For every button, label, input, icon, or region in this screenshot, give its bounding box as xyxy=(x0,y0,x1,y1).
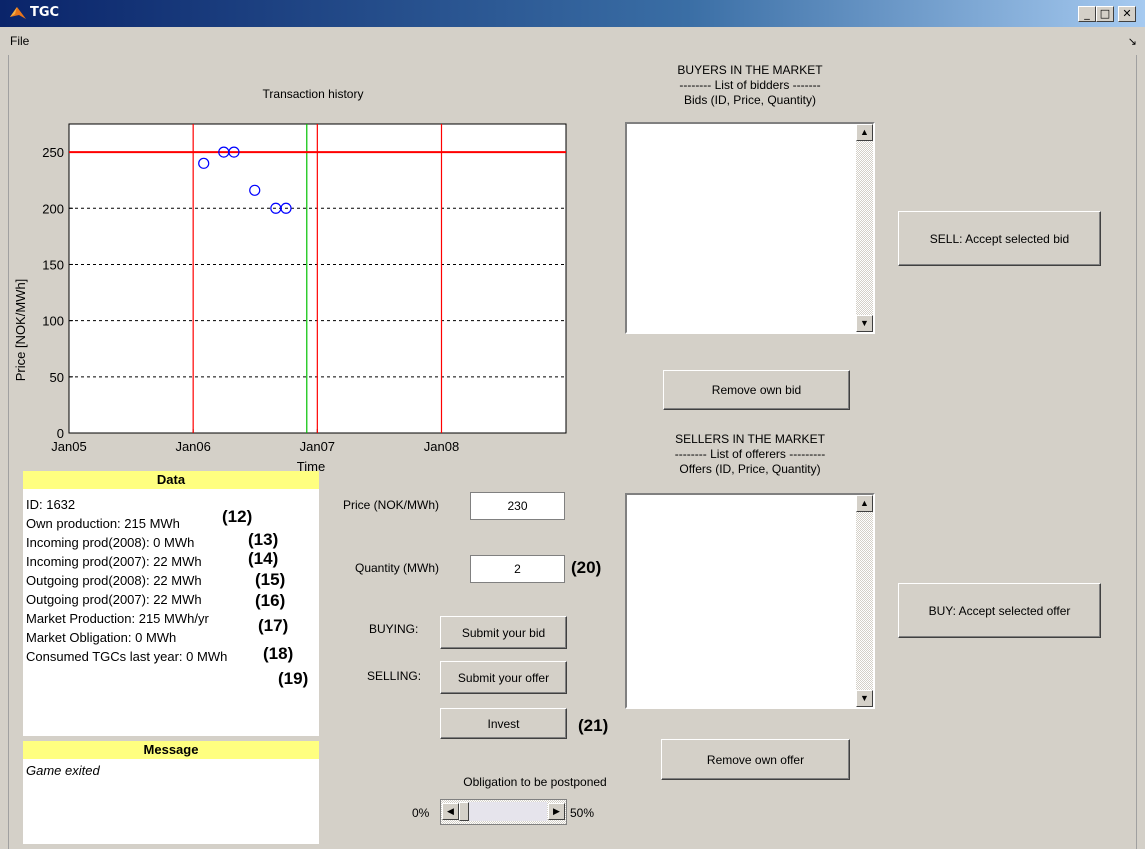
annotation-20: (20) xyxy=(571,558,602,577)
y-tick-label: 150 xyxy=(42,257,64,272)
slider-min-label: 0% xyxy=(412,806,430,820)
data-line: Own production: 215 MWh xyxy=(26,516,180,531)
offers-scrollbar[interactable]: ▲ ▼ xyxy=(856,495,873,707)
quantity-input[interactable]: 2 xyxy=(470,555,565,583)
sellers-subtitle: -------- List of offerers --------- xyxy=(674,447,826,461)
scroll-up-icon[interactable]: ▲ xyxy=(856,124,873,141)
sellers-title: SELLERS IN THE MARKET xyxy=(675,432,825,446)
data-line: Market Production: 215 MWh/yr xyxy=(26,611,209,626)
buyers-subtitle: -------- List of bidders ------- xyxy=(679,78,821,92)
data-heading: Data xyxy=(23,471,319,489)
data-line: Outgoing prod(2007): 22 MWh xyxy=(26,592,202,607)
sell-accept-bid-button[interactable]: SELL: Accept selected bid xyxy=(898,211,1101,266)
scroll-down-icon[interactable]: ▼ xyxy=(856,315,873,332)
slider-max-label: 50% xyxy=(570,806,595,820)
window-title: TGC xyxy=(30,5,60,20)
data-line: ID: 1632 xyxy=(26,497,76,512)
price-input[interactable]: 230 xyxy=(470,492,565,520)
slider-right-icon[interactable]: ▶ xyxy=(548,803,565,820)
submit-offer-button[interactable]: Submit your offer xyxy=(440,661,567,694)
y-tick-label: 100 xyxy=(42,314,64,329)
x-tick-label: Jan07 xyxy=(300,439,335,454)
postpone-slider[interactable]: ◀ ▶ xyxy=(440,799,567,825)
data-line: Incoming prod(2008): 0 MWh xyxy=(26,535,195,550)
x-tick-label: Jan05 xyxy=(51,439,86,454)
matlab-logo-icon xyxy=(10,7,26,19)
y-tick-label: 250 xyxy=(42,145,64,160)
data-line: Incoming prod(2007): 22 MWh xyxy=(26,554,202,569)
annotation-19: (19) xyxy=(278,669,309,688)
close-button[interactable]: ✕ xyxy=(1118,6,1136,22)
offers-listbox[interactable]: ▲ ▼ xyxy=(625,493,875,709)
menu-bar: File ↘ xyxy=(0,27,1145,54)
data-line: Market Obligation: 0 MWh xyxy=(26,630,177,645)
slider-thumb[interactable] xyxy=(459,802,469,821)
price-label: Price (NOK/MWh) xyxy=(343,498,439,512)
data-lines: ID: 1632 Own production: 215 MWh Incomin… xyxy=(26,495,227,666)
title-bar: TGC _ □ ✕ xyxy=(0,0,1145,27)
annotation-17: (17) xyxy=(258,616,289,635)
annotation-12: (12) xyxy=(222,507,253,526)
y-tick-label: 50 xyxy=(50,370,64,385)
remove-own-offer-button[interactable]: Remove own offer xyxy=(661,739,850,780)
postpone-label: Obligation to be postponed xyxy=(463,775,607,789)
bids-scrollbar[interactable]: ▲ ▼ xyxy=(856,124,873,332)
menu-file[interactable]: File xyxy=(10,34,29,48)
chart-title: Transaction history xyxy=(262,87,364,101)
buyers-title: BUYERS IN THE MARKET xyxy=(677,63,823,77)
y-axis-label: Price [NOK/MWh] xyxy=(13,279,28,382)
submit-bid-button[interactable]: Submit your bid xyxy=(440,616,567,649)
annotation-15: (15) xyxy=(255,570,286,589)
scroll-down-icon[interactable]: ▼ xyxy=(856,690,873,707)
annotation-18: (18) xyxy=(263,644,294,663)
x-tick-label: Jan08 xyxy=(424,439,459,454)
buying-label: BUYING: xyxy=(369,622,419,636)
annotation-21: (21) xyxy=(578,716,609,735)
buy-accept-offer-button[interactable]: BUY: Accept selected offer xyxy=(898,583,1101,638)
message-panel: Message Game exited xyxy=(23,741,319,844)
bids-listbox[interactable]: ▲ ▼ xyxy=(625,122,875,334)
annotation-13: (13) xyxy=(248,530,279,549)
sellers-caption: Offers (ID, Price, Quantity) xyxy=(679,462,821,476)
x-tick-label: Jan06 xyxy=(175,439,210,454)
selling-label: SELLING: xyxy=(367,669,422,683)
message-heading: Message xyxy=(23,741,319,759)
quantity-label: Quantity (MWh) xyxy=(355,561,440,575)
minimize-button[interactable]: _ xyxy=(1078,6,1096,22)
scroll-up-icon[interactable]: ▲ xyxy=(856,495,873,512)
slider-left-icon[interactable]: ◀ xyxy=(442,803,459,820)
message-text: Game exited xyxy=(26,763,100,778)
slider-track xyxy=(469,802,547,821)
data-line: Consumed TGCs last year: 0 MWh xyxy=(26,649,228,664)
annotation-14: (14) xyxy=(248,549,279,568)
maximize-button[interactable]: □ xyxy=(1096,6,1114,22)
undock-icon[interactable]: ↘ xyxy=(1128,35,1137,48)
annotation-16: (16) xyxy=(255,591,286,610)
invest-button[interactable]: Invest xyxy=(440,708,567,739)
data-line: Outgoing prod(2008): 22 MWh xyxy=(26,573,202,588)
transaction-history-chart: Price [NOK/MWh] Time 050100150200250Jan0… xyxy=(13,123,567,474)
y-tick-label: 200 xyxy=(42,201,64,216)
remove-own-bid-button[interactable]: Remove own bid xyxy=(663,370,850,410)
buyers-caption: Bids (ID, Price, Quantity) xyxy=(683,93,817,107)
